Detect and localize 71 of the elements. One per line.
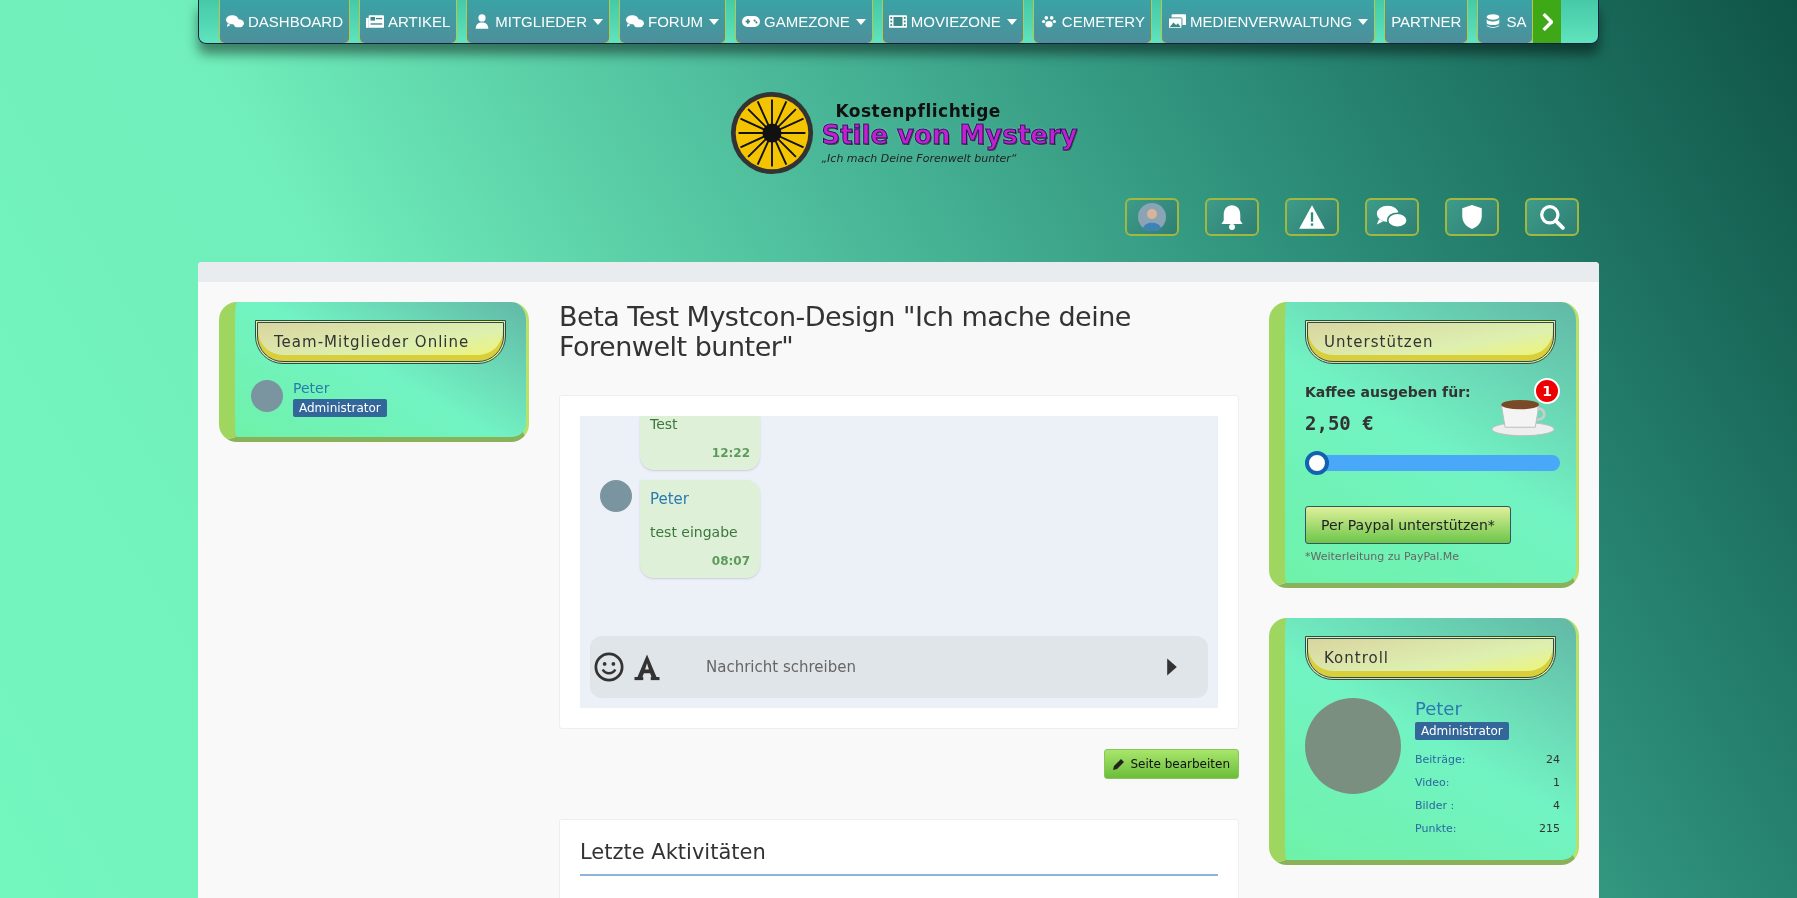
nav-menu-item[interactable]: GAMEZONE bbox=[734, 0, 873, 43]
paw-icon bbox=[1039, 14, 1058, 29]
caret-icon bbox=[1358, 18, 1369, 25]
redirect-note: *Weiterleitung zu PayPal.Me bbox=[1305, 550, 1461, 563]
caret-icon bbox=[708, 18, 719, 25]
notifications-bell-icon[interactable] bbox=[1205, 198, 1259, 236]
shield-icon[interactable] bbox=[1445, 198, 1499, 236]
stat-label: Beiträge: bbox=[1415, 753, 1466, 766]
amount-value: 2,50 € bbox=[1305, 412, 1375, 434]
nav-menu-item[interactable]: SA bbox=[1477, 0, 1534, 43]
logo-overline: Kostenpflichtige bbox=[835, 100, 1001, 121]
slider-thumb[interactable] bbox=[1305, 451, 1329, 475]
stat-label: Video: bbox=[1415, 776, 1450, 789]
avatar-placeholder bbox=[600, 480, 632, 513]
section-title: Letzte Aktivitäten bbox=[580, 840, 1218, 877]
newspaper-icon bbox=[366, 14, 385, 29]
gamepad-icon bbox=[741, 14, 760, 29]
message-time: 12:22 bbox=[711, 446, 750, 461]
role-tag: Administrator bbox=[293, 399, 387, 417]
stat-label: Punkte: bbox=[1415, 822, 1457, 835]
logo-emblem-icon bbox=[729, 90, 816, 176]
message-text: test eingabe bbox=[650, 524, 739, 541]
stat-label: Bilder : bbox=[1415, 799, 1455, 812]
nav-menu-item[interactable]: ARTIKEL bbox=[359, 0, 458, 43]
caret-icon bbox=[855, 18, 866, 25]
avatar-placeholder bbox=[1138, 203, 1166, 231]
stat-value: 4 bbox=[1553, 799, 1560, 812]
paypal-button[interactable]: Per Paypal unterstützen* bbox=[1305, 506, 1511, 544]
scroll-right-button[interactable] bbox=[1533, 0, 1562, 43]
nav-menu-item[interactable]: MOVIEZONE bbox=[881, 0, 1024, 43]
avatar-placeholder bbox=[251, 380, 283, 412]
chevron-right-icon bbox=[1541, 13, 1554, 31]
user-link[interactable]: Peter bbox=[1415, 698, 1462, 719]
coffee-label: Kaffee ausgeben für: bbox=[1305, 384, 1471, 400]
page-title: Beta Test Mystcon-Design "Ich mache deine Forenwelt bunter" bbox=[559, 302, 1132, 362]
logo-tagline: „Ich mach Deine Forenwelt bunter“ bbox=[821, 152, 1017, 166]
images-icon bbox=[1167, 14, 1186, 29]
nav-menu-item[interactable]: FORUM bbox=[618, 0, 726, 43]
chat-bubbles-icon bbox=[625, 14, 644, 29]
pencil-icon bbox=[1113, 758, 1126, 771]
stat-value: 24 bbox=[1546, 753, 1560, 766]
send-icon[interactable] bbox=[1166, 657, 1178, 678]
role-tag: Administrator bbox=[1415, 722, 1509, 740]
warning-icon[interactable] bbox=[1285, 198, 1339, 236]
message-text: Test bbox=[650, 416, 679, 433]
widget-title: Unterstützen bbox=[1305, 320, 1556, 364]
stat-value: 1 bbox=[1553, 776, 1560, 789]
caret-icon bbox=[1006, 18, 1017, 25]
message-input-field[interactable]: Nachricht schreiben bbox=[704, 657, 1158, 678]
conversations-icon[interactable] bbox=[1365, 198, 1419, 236]
edit-page-button[interactable]: Seite bearbeiten bbox=[1104, 749, 1239, 780]
user-avatar-button[interactable] bbox=[1125, 198, 1179, 236]
user-link[interactable]: Peter bbox=[293, 380, 330, 396]
message-time: 08:07 bbox=[711, 554, 750, 569]
nav-menu-item[interactable]: MITGLIEDER bbox=[466, 0, 610, 43]
stat-value: 215 bbox=[1539, 822, 1560, 835]
count-badge: 1 bbox=[1534, 378, 1560, 404]
message-author[interactable]: Peter bbox=[650, 490, 750, 509]
widget-title: Kontroll bbox=[1305, 636, 1556, 680]
nav-menu-item[interactable]: MEDIENVERWALTUNG bbox=[1160, 0, 1376, 43]
search-icon[interactable] bbox=[1525, 198, 1579, 236]
amount-slider[interactable] bbox=[1305, 451, 1560, 475]
nav-menu-item[interactable]: CEMETERY bbox=[1032, 0, 1152, 43]
nav-menu-item[interactable]: PARTNER bbox=[1384, 0, 1469, 43]
emoji-icon[interactable] bbox=[594, 652, 624, 683]
chat-bubbles-icon bbox=[226, 14, 244, 29]
nav-menu-item[interactable]: DASHBOARD bbox=[219, 0, 351, 43]
logo-wordmark: Stile von Mystery bbox=[821, 120, 1078, 150]
film-icon bbox=[888, 14, 907, 29]
caret-icon bbox=[592, 18, 603, 25]
widget-title: Team-Mitglieder Online bbox=[255, 320, 506, 364]
